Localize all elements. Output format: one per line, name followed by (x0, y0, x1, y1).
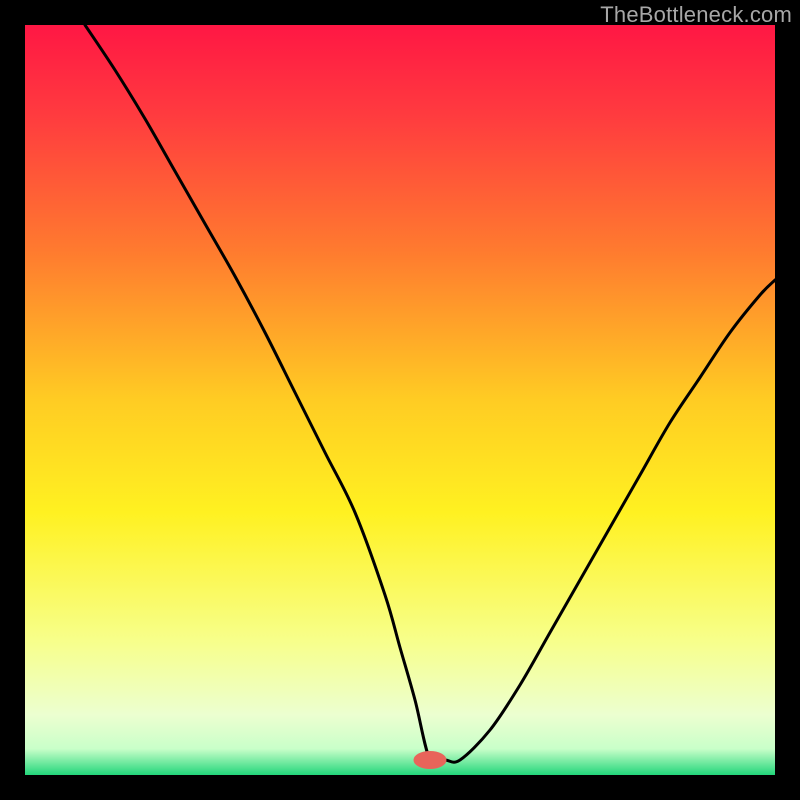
chart-frame: TheBottleneck.com (0, 0, 800, 800)
optimum-marker (414, 751, 447, 769)
gradient-background (25, 25, 775, 775)
plot-area (25, 25, 775, 775)
bottleneck-chart (25, 25, 775, 775)
